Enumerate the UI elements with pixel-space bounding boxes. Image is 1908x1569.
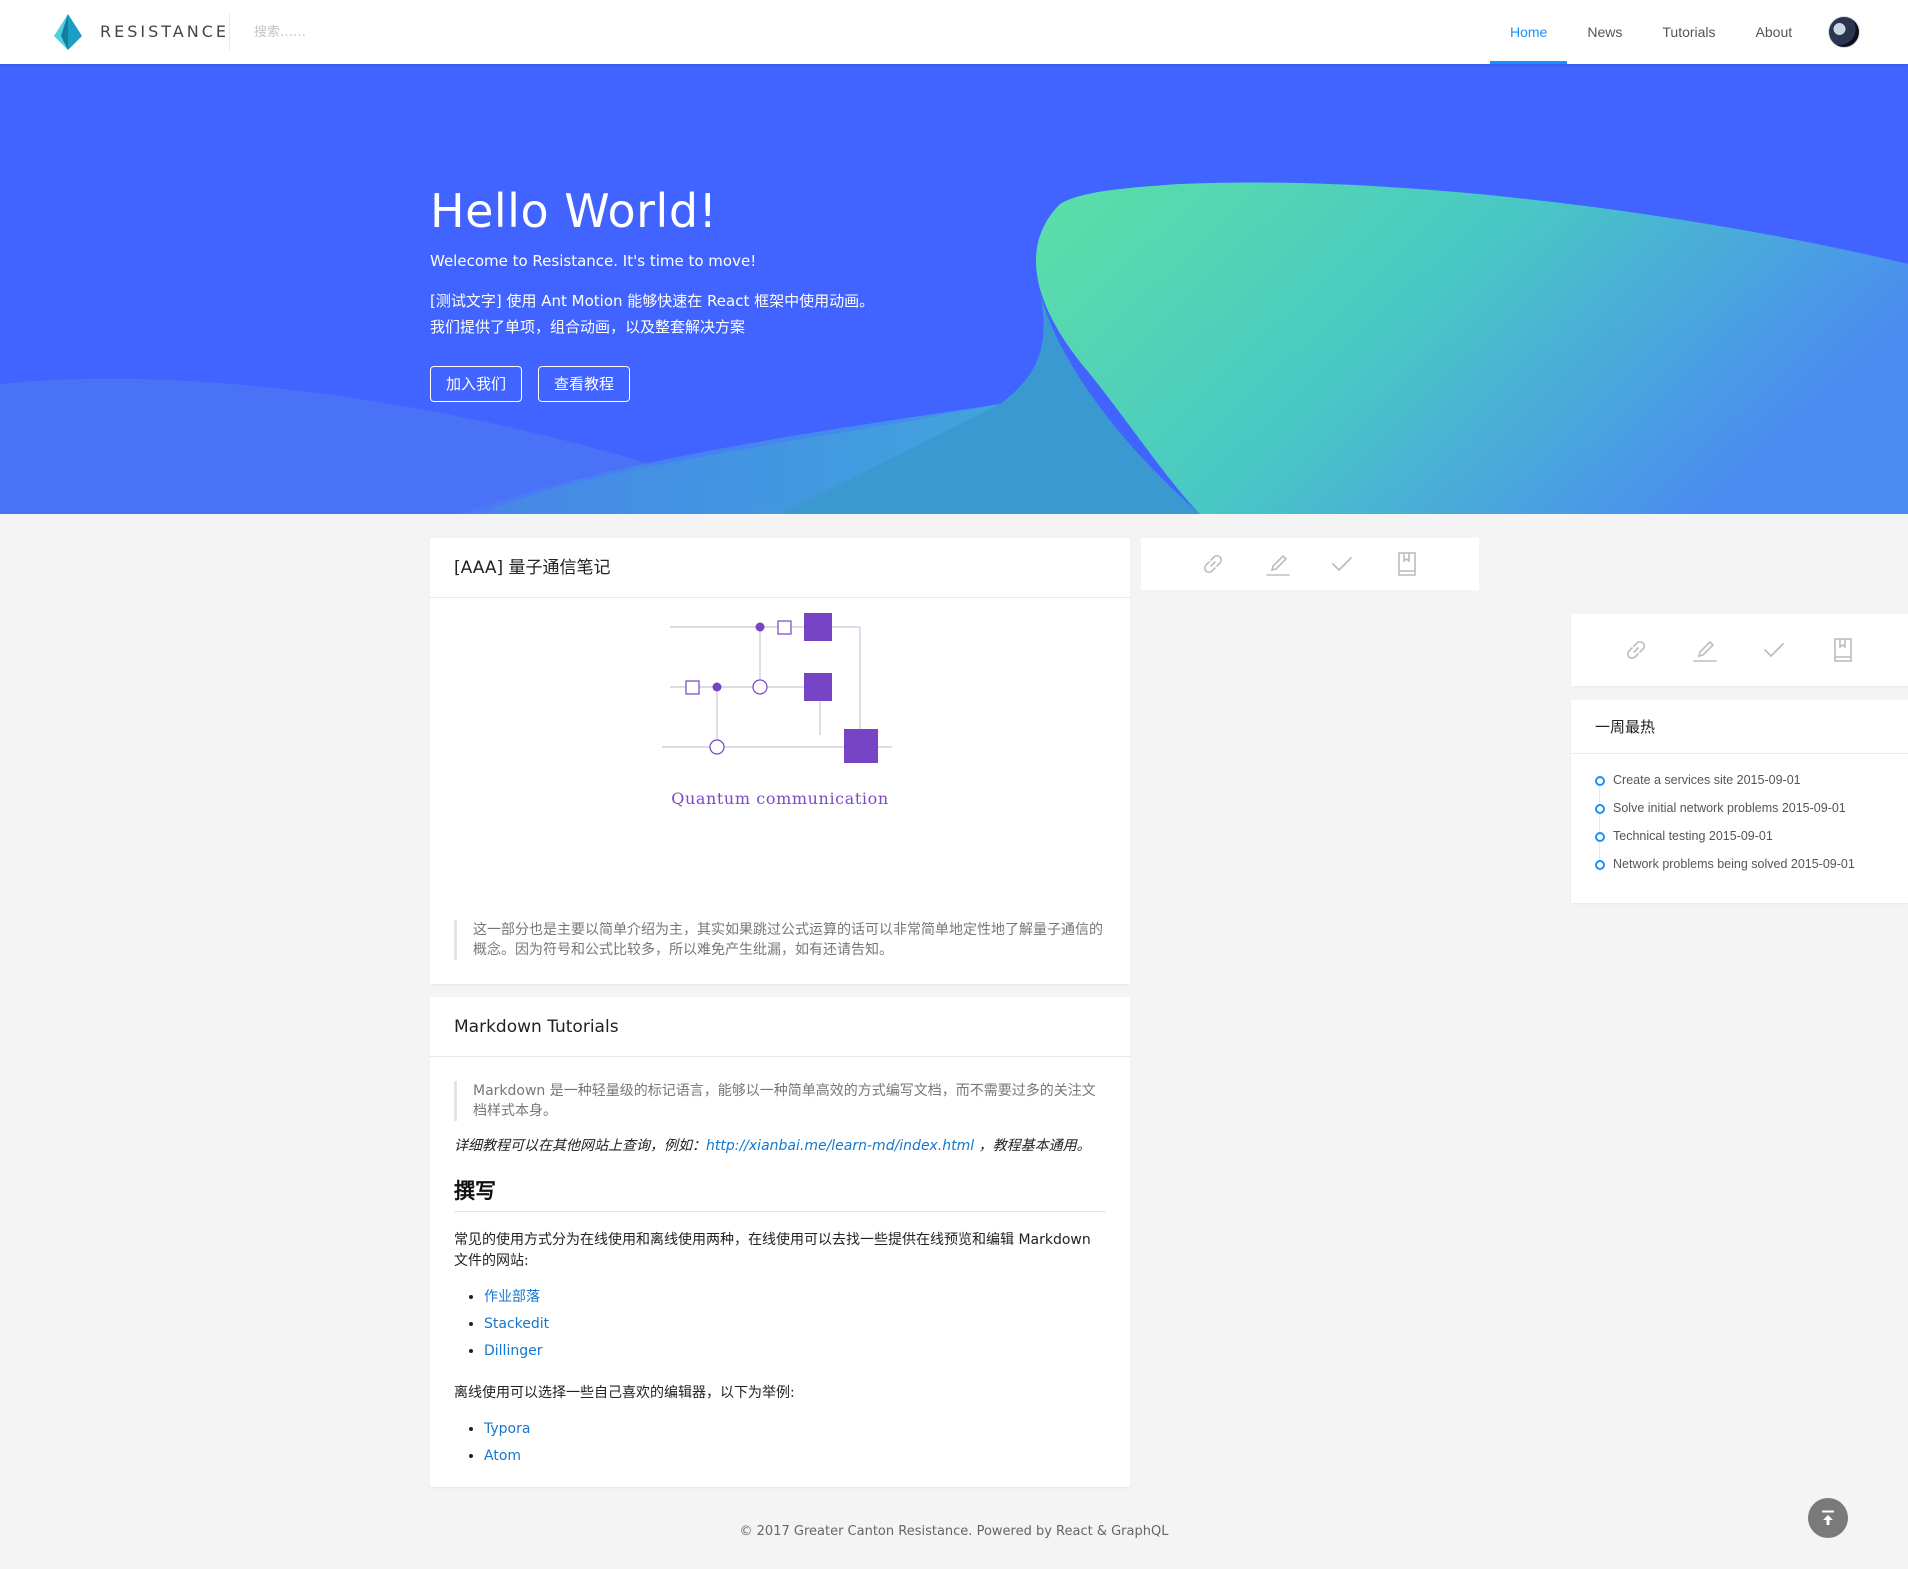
post-title[interactable]: Markdown Tutorials [430, 997, 1130, 1057]
tutorial-link[interactable]: http://xianbai.me/learn-md/index.html [706, 1138, 974, 1154]
arrow-up-to-top-icon [1822, 1510, 1834, 1525]
link-stackedit[interactable]: Stackedit [484, 1316, 549, 1332]
banner-waves-graphic [0, 182, 1908, 514]
tutorial-reference: 详细教程可以在其他网站上查询，例如：http://xianbai.me/lear… [454, 1135, 1106, 1155]
resistance-logo-icon[interactable] [48, 12, 88, 52]
banner-description: [测试文字] 使用 Ant Motion 能够快速在 React 框架中使用动画… [430, 288, 874, 340]
timeline-item[interactable]: Technical testing 2015-09-01 [1595, 828, 1908, 856]
page-footer: © 2017 Greater Canton Resistance. Powere… [739, 1524, 1169, 1539]
nav-home[interactable]: Home [1490, 0, 1568, 64]
timeline-item[interactable]: Network problems being solved 2015-09-01 [1595, 856, 1908, 884]
check-icon[interactable] [1759, 635, 1789, 665]
reference-prefix: 详细教程可以在其他网站上查询，例如： [454, 1138, 706, 1154]
action-toolbar [1141, 538, 1479, 590]
nav-about[interactable]: About [1736, 0, 1813, 64]
edit-icon[interactable] [1263, 549, 1293, 579]
brand-name: Resistance [100, 22, 229, 41]
timeline-dot-icon [1595, 776, 1605, 786]
post-excerpt-quote: 这一部分也是主要以简单介绍为主，其实如果跳过公式运算的话可以非常简单地定性地了解… [454, 920, 1106, 960]
header-divider [229, 14, 230, 50]
link-dillinger[interactable]: Dillinger [484, 1343, 542, 1359]
action-toolbar-right [1571, 614, 1908, 686]
banner-subtitle: Welecome to Resistance. It's time to mov… [430, 252, 757, 270]
timeline-dot-icon [1595, 832, 1605, 842]
weekly-hot-title: 一周最热 [1571, 700, 1908, 754]
circuit-gate-3 [844, 729, 878, 763]
link-zybuluo[interactable]: 作业部落 [484, 1289, 540, 1305]
check-icon[interactable] [1327, 549, 1357, 579]
offline-editors-list: Typora Atom [454, 1416, 1106, 1470]
list-item: Stackedit [484, 1311, 1106, 1338]
user-avatar[interactable] [1828, 16, 1860, 48]
timeline-item-text: Network problems being solved 2015-09-01 [1613, 857, 1855, 871]
banner-text-block: Hello World! Welecome to Resistance. It'… [430, 184, 874, 340]
banner-buttons: 加入我们 查看教程 [430, 366, 631, 402]
list-item: Typora [484, 1416, 1106, 1443]
banner-desc-line1: [测试文字] 使用 Ant Motion 能够快速在 React 框架中使用动画… [430, 292, 875, 310]
list-item: Dillinger [484, 1338, 1106, 1365]
link-typora[interactable]: Typora [484, 1421, 530, 1437]
online-usage-paragraph: 常见的使用方式分为在线使用和离线使用两种，在线使用可以去找一些提供在线预览和编辑… [454, 1232, 1091, 1269]
hero-banner: Hello World! Welecome to Resistance. It'… [0, 64, 1908, 514]
edit-icon[interactable] [1690, 635, 1720, 665]
banner-desc-line2: 我们提供了单项，组合动画，以及整套解决方案 [430, 318, 746, 336]
section-heading: 撰写 [454, 1175, 1106, 1212]
timeline-item[interactable]: Solve initial network problems 2015-09-0… [1595, 800, 1908, 828]
timeline-item-text: Technical testing 2015-09-01 [1613, 829, 1773, 843]
markdown-intro-quote: Markdown 是一种轻量级的标记语言，能够以一种简单高效的方式编写文档，而不… [454, 1081, 1106, 1121]
link-icon[interactable] [1621, 635, 1651, 665]
nav-news[interactable]: News [1567, 0, 1642, 64]
reference-suffix: ，教程基本通用。 [974, 1138, 1091, 1154]
view-tutorial-button[interactable]: 查看教程 [538, 366, 631, 402]
circuit-gate-2 [804, 673, 832, 701]
post-title[interactable]: [AAA] 量子通信笔记 [430, 538, 1130, 598]
book-icon[interactable] [1828, 635, 1858, 665]
post-card-quantum: [AAA] 量子通信笔记 Quantum communication 这一部分也… [430, 538, 1130, 984]
timeline-item[interactable]: Create a services site 2015-09-01 [1595, 772, 1908, 800]
offline-usage-paragraph: 离线使用可以选择一些自己喜欢的编辑器，以下为举例: [454, 1385, 795, 1401]
timeline-dot-icon [1595, 860, 1605, 870]
post-card-markdown: Markdown Tutorials Markdown 是一种轻量级的标记语言，… [430, 997, 1130, 1487]
back-to-top-button[interactable] [1808, 1498, 1848, 1538]
quantum-figure: Quantum communication [430, 598, 1130, 898]
search-input[interactable] [254, 22, 554, 42]
figure-caption: Quantum communication [671, 789, 889, 808]
banner-title: Hello World! [430, 184, 718, 238]
weekly-hot-panel: 一周最热 Create a services site 2015-09-01 S… [1571, 700, 1908, 903]
online-editors-list: 作业部落 Stackedit Dillinger [454, 1284, 1106, 1365]
top-header: Resistance Home News Tutorials About [0, 0, 1908, 64]
circuit-gate-1 [804, 613, 832, 641]
post-body: Markdown 是一种轻量级的标记语言，能够以一种简单高效的方式编写文档，而不… [454, 1057, 1106, 1470]
timeline-item-text: Create a services site 2015-09-01 [1613, 773, 1801, 787]
quantum-circuit-illustration: Quantum communication [662, 613, 892, 808]
join-us-button[interactable]: 加入我们 [430, 366, 523, 402]
list-item: 作业部落 [484, 1284, 1106, 1311]
list-item: Atom [484, 1443, 1106, 1470]
book-icon[interactable] [1392, 549, 1422, 579]
hot-timeline: Create a services site 2015-09-01 Solve … [1571, 754, 1908, 884]
link-atom[interactable]: Atom [484, 1448, 521, 1464]
link-icon[interactable] [1198, 549, 1228, 579]
timeline-dot-icon [1595, 804, 1605, 814]
timeline-item-text: Solve initial network problems 2015-09-0… [1613, 801, 1846, 815]
nav-tutorials[interactable]: Tutorials [1642, 0, 1735, 64]
main-nav: Home News Tutorials About [1490, 0, 1812, 64]
